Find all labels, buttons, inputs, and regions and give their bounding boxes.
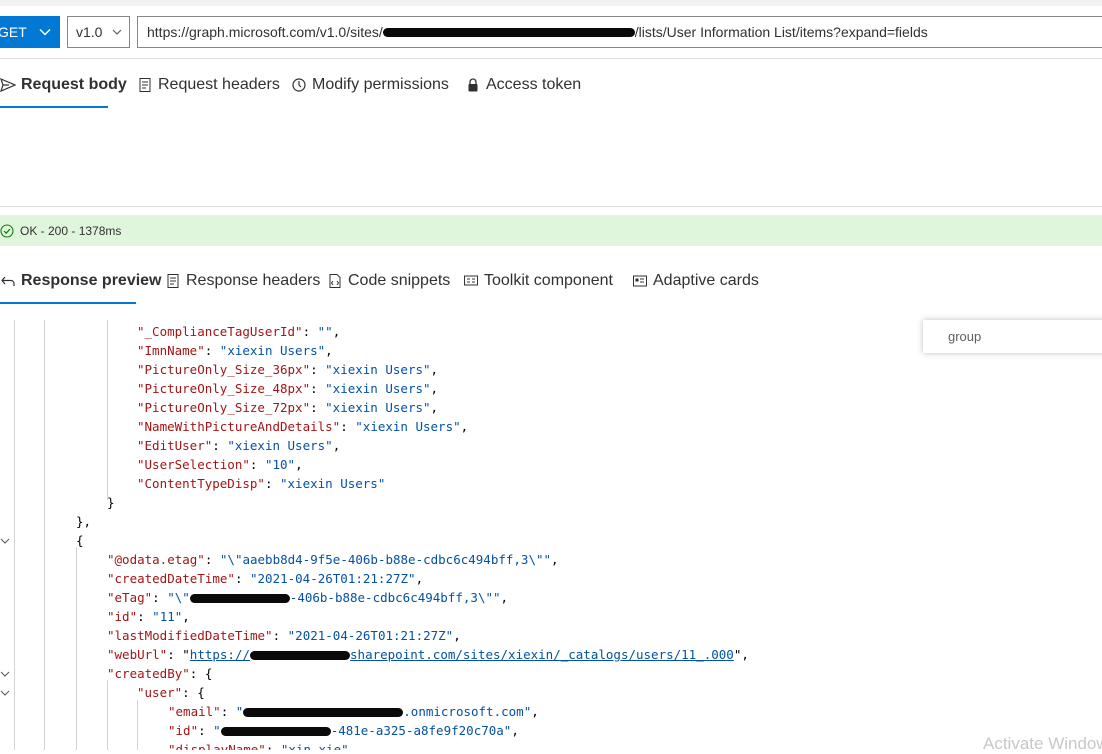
indent-guide (14, 320, 15, 750)
url-prefix: https://graph.microsoft.com/v1.0/sites/ (147, 24, 383, 40)
code-line: "id": " -481e-a325-a8fe9f20c70a", (168, 723, 519, 738)
code-line: } (107, 495, 115, 510)
toolkit-icon (464, 275, 478, 286)
tab-modify-permissions[interactable]: Modify permissions (291, 76, 449, 94)
version-dropdown[interactable]: v1.0 (67, 16, 130, 48)
status-text: OK - 200 - 1378ms (20, 223, 122, 238)
code-line: "PictureOnly_Size_36px": "xiexin Users", (137, 362, 439, 377)
lock-icon (468, 78, 478, 92)
code-line: "lastModifiedDateTime": "2021-04-26T01:2… (107, 628, 461, 643)
code-line: "eTag": "\" -406b-b88e-cdbc6c494bff,3\"", (107, 590, 509, 605)
divider (0, 58, 1102, 59)
code-line: "ContentTypeDisp": "xiexin Users" (137, 476, 386, 491)
activate-windows-watermark: Activate Windows (983, 734, 1102, 753)
chevron-down-icon (112, 29, 122, 35)
version-label: v1.0 (76, 24, 103, 40)
tab-access-token[interactable]: Access token (465, 76, 581, 94)
redacted-site-id (382, 27, 635, 37)
code-line: "createdDateTime": "2021-04-26T01:21:27Z… (107, 571, 424, 586)
card-icon (633, 275, 647, 287)
code-line: "createdBy": { (107, 666, 213, 681)
tab-label: Access token (486, 76, 582, 93)
code-file-icon (329, 274, 341, 288)
top-strip (0, 0, 1102, 6)
fold-chevron-icon[interactable] (0, 669, 10, 679)
tab-label: Request body (21, 76, 127, 93)
tab-label: Adaptive cards (653, 272, 759, 289)
tab-label: Modify permissions (312, 76, 449, 93)
url-suffix: /lists/User Information List/items?expan… (634, 24, 928, 40)
divider (0, 206, 1102, 207)
find-widget-input[interactable]: group (923, 320, 1102, 353)
tab-request-headers[interactable]: Request headers (137, 76, 280, 94)
code-line: { (76, 533, 84, 548)
tab-label: Toolkit component (484, 272, 613, 289)
tab-label: Code snippets (348, 272, 451, 289)
web-url-link[interactable]: https://sharepoint.com/sites/xiexin/_cat… (190, 647, 734, 662)
checkmark-circle-icon (0, 223, 14, 238)
redacted-value (250, 651, 351, 660)
indent-guide (76, 547, 77, 750)
fold-chevron-icon[interactable] (0, 536, 10, 546)
chevron-down-icon (39, 28, 51, 36)
code-line: "user": { (137, 685, 205, 700)
tab-response-preview[interactable]: Response preview (0, 272, 162, 290)
response-status-bar: OK - 200 - 1378ms (0, 215, 1102, 246)
shield-icon (292, 78, 306, 92)
code-line: "displayName": "xin xie" (168, 742, 349, 750)
tab-response-headers[interactable]: Response headers (165, 272, 320, 290)
code-line: "PictureOnly_Size_48px": "xiexin Users", (137, 381, 439, 396)
document-icon (167, 274, 179, 288)
redacted-value (220, 727, 331, 736)
fold-chevron-icon[interactable] (0, 688, 10, 698)
active-tab-indicator (0, 106, 108, 108)
document-icon (139, 78, 151, 92)
code-line: "@odata.etag": "\"aaebb8d4-9f5e-406b-b88… (107, 552, 559, 567)
code-line: "PictureOnly_Size_72px": "xiexin Users", (137, 400, 439, 415)
code-line: "NameWithPictureAndDetails": "xiexin Use… (137, 419, 469, 434)
undo-arrow-icon (1, 276, 15, 286)
code-line: "EditUser": "xiexin Users", (137, 438, 341, 453)
tab-toolkit-component[interactable]: Toolkit component (463, 272, 613, 290)
code-line: "webUrl": "https://sharepoint.com/sites/… (107, 647, 749, 662)
tab-adaptive-cards[interactable]: Adaptive cards (632, 272, 759, 290)
tab-code-snippets[interactable]: Code snippets (327, 272, 450, 290)
response-json-editor[interactable]: "_____________" "_ComplianceTagUserId": … (0, 320, 1102, 750)
indent-guide (107, 680, 108, 750)
tab-label: Response preview (21, 272, 162, 289)
tab-label: Request headers (158, 76, 280, 93)
redacted-value (189, 594, 290, 603)
indent-guide (107, 320, 108, 500)
request-url-input[interactable]: https://graph.microsoft.com/v1.0/sites/ /… (137, 16, 1102, 48)
code-line: "id": "11", (107, 609, 190, 624)
active-tab-indicator (0, 302, 136, 304)
code-line: "email": " .onmicrosoft.com", (168, 704, 539, 719)
http-method-label: GET (0, 24, 27, 40)
send-icon (0, 77, 16, 93)
find-query: group (948, 329, 982, 344)
tab-label: Response headers (186, 272, 321, 289)
redacted-value (243, 708, 404, 717)
indent-guide (44, 320, 45, 750)
code-line: "UserSelection": "10", (137, 457, 303, 472)
tab-request-body[interactable]: Request body (0, 76, 127, 94)
http-method-dropdown[interactable]: GET (0, 16, 60, 48)
code-line: "ImnName": "xiexin Users", (137, 343, 333, 358)
code-line: "_ComplianceTagUserId": "", (137, 324, 341, 339)
indent-guide (137, 700, 138, 750)
code-line: }, (76, 514, 92, 529)
